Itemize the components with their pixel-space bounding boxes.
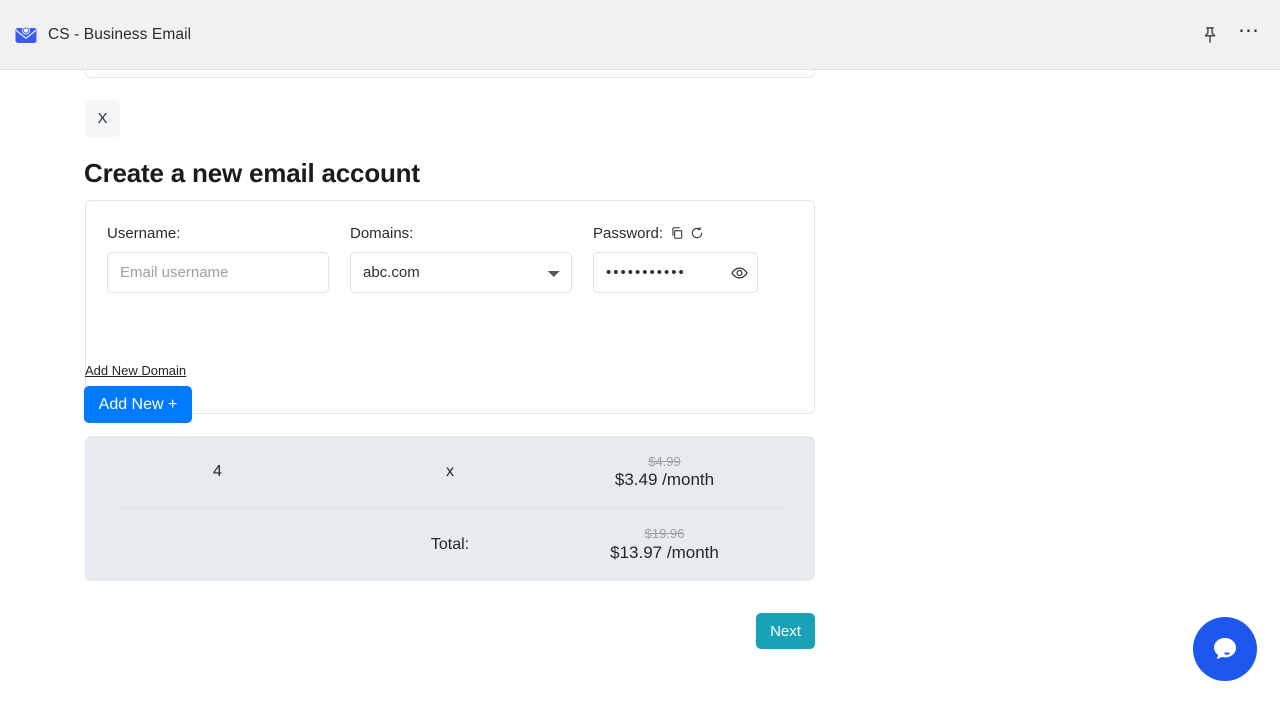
chat-launcher-button[interactable] <box>1193 617 1257 681</box>
copy-icon[interactable] <box>670 226 684 240</box>
pricing-unit-price: $3.49 /month <box>550 471 779 489</box>
app-header-left: CS - Business Email <box>14 23 191 47</box>
form-field-row: Username: Domains: abc.com Password: <box>107 223 793 293</box>
domains-label: Domains: <box>350 223 572 243</box>
eye-icon[interactable] <box>730 263 749 282</box>
pricing-unit-old-price: $4.99 <box>550 455 779 469</box>
pricing-line-item-row: 4 x $4.99 $3.49 /month <box>85 436 815 508</box>
password-field-group: Password: <box>593 223 758 293</box>
app-header-right: ⋯ <box>1200 25 1266 45</box>
pricing-quantity: 4 <box>85 463 350 481</box>
ellipsis-icon[interactable]: ⋯ <box>1238 26 1260 44</box>
page-content: X Create a new email account Username: D… <box>0 70 1280 720</box>
pricing-operator: x <box>350 463 550 481</box>
previous-section-card-clipped <box>85 70 815 78</box>
pricing-summary-panel: 4 x $4.99 $3.49 /month Total: $19.96 $13… <box>85 436 815 581</box>
password-label-icons <box>670 226 704 240</box>
pricing-unit-price-cell: $4.99 $3.49 /month <box>550 455 815 489</box>
envelope-mail-icon <box>14 23 38 47</box>
pricing-total-label: Total: <box>350 536 550 554</box>
username-label: Username: <box>107 223 329 243</box>
add-new-button[interactable]: Add New + <box>84 386 192 423</box>
password-label: Password: <box>593 223 758 243</box>
domains-field-group: Domains: abc.com <box>350 223 572 293</box>
new-email-account-form: Username: Domains: abc.com Password: <box>85 200 815 414</box>
app-header-bar: CS - Business Email ⋯ <box>0 0 1280 70</box>
next-button[interactable]: Next <box>756 613 815 649</box>
app-title: CS - Business Email <box>48 26 191 44</box>
pricing-total-price-cell: $19.96 $13.97 /month <box>550 527 815 561</box>
chat-bubble-icon <box>1209 633 1241 665</box>
pricing-total-price: $13.97 /month <box>550 544 779 562</box>
page-title: Create a new email account <box>84 158 420 189</box>
domain-select[interactable]: abc.com <box>350 252 572 293</box>
add-new-domain-link[interactable]: Add New Domain <box>85 363 186 378</box>
password-label-text: Password: <box>593 225 663 242</box>
username-field-group: Username: <box>107 223 329 293</box>
username-input[interactable] <box>107 252 329 293</box>
password-input-wrapper <box>593 252 758 293</box>
pricing-total-row: Total: $19.96 $13.97 /month <box>85 508 815 581</box>
refresh-icon[interactable] <box>690 226 704 240</box>
pin-icon[interactable] <box>1200 25 1220 45</box>
close-button[interactable]: X <box>85 100 120 137</box>
pricing-total-old-price: $19.96 <box>550 527 779 541</box>
